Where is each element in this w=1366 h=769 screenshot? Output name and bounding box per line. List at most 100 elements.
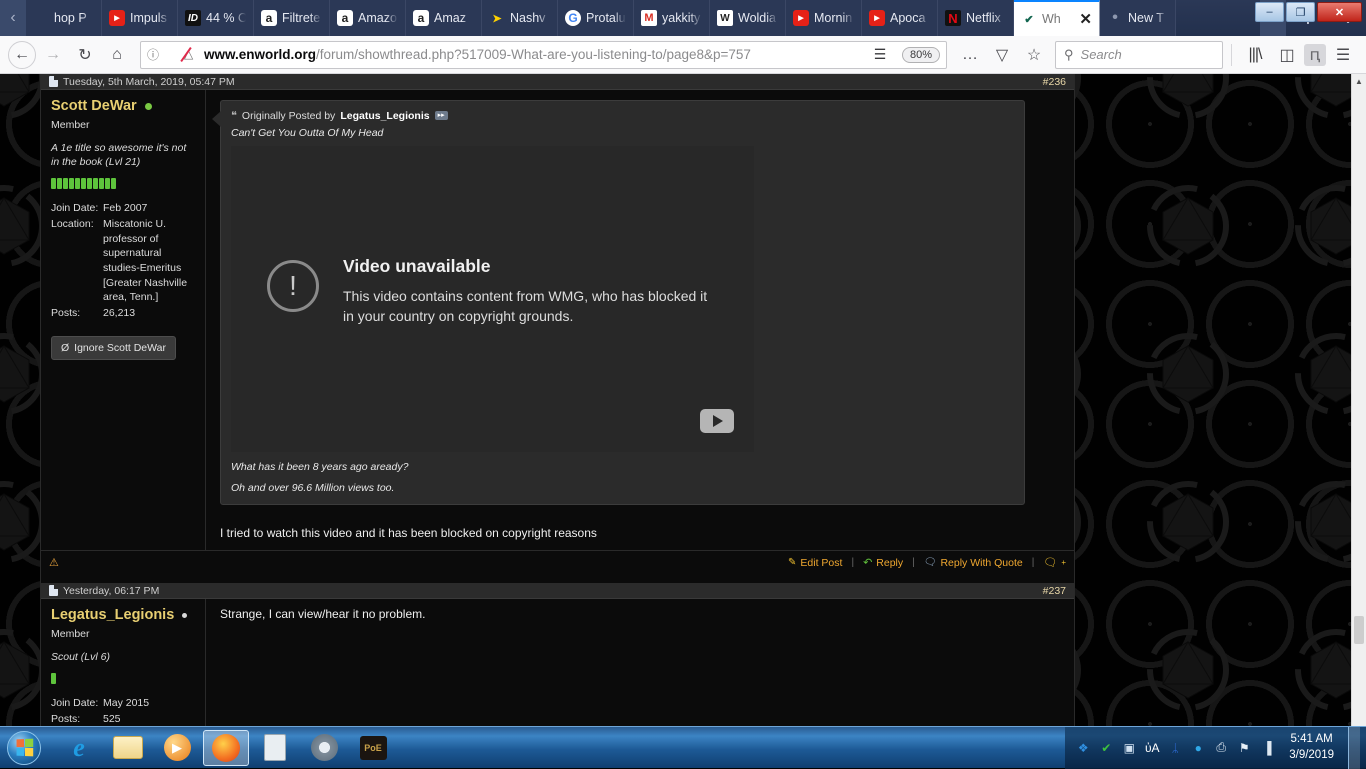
flag-action-center-icon[interactable]: ⚑ [1236, 740, 1252, 756]
volume-icon[interactable]: ὐA [1144, 740, 1160, 756]
ignore-icon: Ø [61, 342, 69, 354]
quote-line-1: What has it been 8 years ago aready? [231, 461, 1014, 473]
shield-icon[interactable] [165, 48, 178, 62]
tab-label: Netflix [966, 11, 1006, 25]
reply-button[interactable]: ↶ Reply [863, 556, 903, 569]
browser-tab-13[interactable]: ✔Wh✕ [1014, 0, 1100, 36]
post-header: Tuesday, 5th March, 2019, 05:47 PM #236 [41, 74, 1074, 90]
messaging-icon[interactable]: ● [1190, 740, 1206, 756]
browser-tab-9[interactable]: WWoldia [710, 0, 786, 36]
post-author-name[interactable]: Legatus_Legionis [51, 607, 195, 623]
reply-with-quote-button[interactable]: 🗨 Reply With Quote [924, 557, 1023, 569]
join-date-value: Feb 2007 [103, 201, 195, 216]
user-rank-title: A 1e title so awesome it's not in the bo… [51, 141, 195, 169]
post-message-text: Strange, I can view/hear it no problem. [220, 607, 1062, 621]
id-icon: ID [185, 10, 201, 26]
quote-author-link[interactable]: Legatus_Legionis [340, 110, 429, 122]
view-post-icon[interactable]: ▸▸ [435, 111, 448, 120]
browser-tab-1[interactable]: Impuls [102, 0, 178, 36]
taskbar-item-file-explorer[interactable] [105, 730, 151, 766]
maximize-button[interactable]: ❐ [1286, 2, 1315, 22]
join-date-value: May 2015 [103, 696, 195, 711]
taskbar-item-firefox[interactable] [203, 730, 249, 766]
tracking-protection-disabled-icon[interactable]: △ [184, 47, 198, 62]
taskbar-item-internet-explorer[interactable]: e [56, 730, 102, 766]
posts-label: Posts: [51, 712, 103, 726]
browser-tab-0[interactable]: hop P [26, 0, 102, 36]
browser-tab-10[interactable]: Mornin [786, 0, 862, 36]
post-number-link[interactable]: #237 [1043, 585, 1066, 597]
container-tabs-icon[interactable]: ԥ [1304, 44, 1326, 66]
post-number-link[interactable]: #236 [1043, 76, 1066, 88]
reader-view-icon[interactable]: ☰ [869, 44, 891, 66]
home-button[interactable]: ⌂ [102, 40, 132, 70]
wiki-icon: W [717, 10, 733, 26]
start-button[interactable] [2, 729, 46, 767]
multiquote-icon[interactable]: 🗨+ [1043, 556, 1066, 569]
browser-tab-4[interactable]: aAmazo [330, 0, 406, 36]
reputation-block [99, 178, 104, 189]
search-icon: ⚲ [1064, 47, 1074, 63]
tab-label: Amaz [434, 11, 474, 25]
forward-button[interactable]: → [38, 40, 68, 70]
scroll-up-arrow[interactable]: ▲ [1352, 74, 1366, 89]
search-bar[interactable]: ⚲ Search [1055, 41, 1223, 69]
browser-tab-2[interactable]: ID44 % O [178, 0, 254, 36]
video-error-title: Video unavailable [343, 256, 718, 277]
reload-button[interactable]: ↻ [70, 40, 100, 70]
browser-tab-6[interactable]: ➤Nashv [482, 0, 558, 36]
pocket-icon[interactable]: ▽ [987, 40, 1017, 70]
reputation-block [111, 178, 116, 189]
sidebar-icon[interactable]: ◫ [1272, 40, 1302, 70]
play-button-icon[interactable] [700, 409, 734, 433]
join-date-row: Join Date: May 2015 [51, 696, 195, 711]
page-actions-button[interactable]: … [955, 40, 985, 70]
taskbar-item-chrome[interactable] [301, 730, 347, 766]
hamburger-menu-icon[interactable]: ☰ [1328, 40, 1358, 70]
security-check-icon[interactable]: ✔ [1098, 740, 1114, 756]
post-author-name[interactable]: Scott DeWar [51, 98, 195, 114]
quote-marks-icon: ❝ [231, 109, 237, 122]
browser-tab-14[interactable]: •New T [1100, 0, 1176, 36]
back-button[interactable]: ← [8, 41, 36, 69]
scroll-tabs-left-button[interactable]: ‹ [0, 0, 26, 36]
network-monitor-icon[interactable]: ▣ [1121, 740, 1137, 756]
browser-tab-12[interactable]: NNetflix [938, 0, 1014, 36]
taskbar-item-path-of-exile[interactable]: PoE [350, 730, 396, 766]
show-desktop-button[interactable] [1348, 727, 1360, 769]
minimize-button[interactable]: – [1255, 2, 1284, 22]
reply-label: Reply [876, 557, 903, 569]
youtube-icon [109, 10, 125, 26]
printer-icon[interactable]: ⎙ [1213, 740, 1229, 756]
embedded-video-player[interactable]: ! Video unavailable This video contains … [231, 146, 754, 452]
page-scrollbar[interactable]: ▲ [1351, 74, 1366, 726]
taskbar-item-calculator[interactable] [252, 730, 298, 766]
ignore-user-button[interactable]: Ø Ignore Scott DeWar [51, 336, 176, 360]
browser-tab-8[interactable]: Myakkity [634, 0, 710, 36]
browser-tab-11[interactable]: Apoca [862, 0, 938, 36]
taskbar-clock[interactable]: 5:41 AM 3/9/2019 [1283, 732, 1340, 763]
taskbar-item-media-player[interactable]: ▶ [154, 730, 200, 766]
browser-tab-3[interactable]: aFiltrete [254, 0, 330, 36]
scrollbar-thumb[interactable] [1354, 616, 1364, 644]
zoom-level-badge[interactable]: 80% [902, 47, 940, 63]
post-body: Scott DeWar Member A 1e title so awesome… [41, 90, 1074, 550]
edit-post-button[interactable]: ✎ Edit Post [788, 557, 842, 569]
close-window-button[interactable]: ✕ [1317, 2, 1362, 22]
address-bar[interactable]: ⓘ △ www.enworld.org/forum/showthread.php… [140, 41, 947, 69]
report-post-icon[interactable]: ⚠ [49, 556, 59, 569]
signal-strength-icon[interactable]: ▐ [1259, 740, 1275, 756]
close-tab-icon[interactable]: ✕ [1079, 12, 1092, 27]
bookmark-star-icon[interactable]: ☆ [1019, 40, 1049, 70]
library-icon[interactable]: |||\ [1240, 40, 1270, 70]
reply-with-quote-label: Reply With Quote [940, 557, 1022, 569]
post-236: Tuesday, 5th March, 2019, 05:47 PM #236 … [41, 74, 1074, 574]
browser-tab-5[interactable]: aAmaz [406, 0, 482, 36]
bluetooth-icon[interactable]: ᛦ [1167, 740, 1183, 756]
post-message-text: I tried to watch this video and it has b… [220, 526, 1062, 540]
dropbox-icon[interactable]: ❖ [1075, 740, 1091, 756]
site-info-icon[interactable]: ⓘ [147, 46, 159, 63]
browser-tab-7[interactable]: GProtalu [558, 0, 634, 36]
reputation-blocks [51, 673, 195, 684]
post-footer: ⚠ ✎ Edit Post | ↶ Reply | 🗨 [41, 550, 1074, 574]
